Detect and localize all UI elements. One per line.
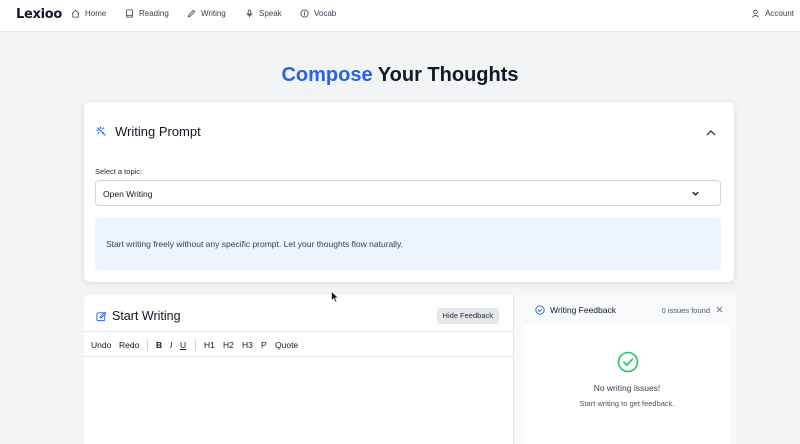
- edit-icon: [96, 311, 107, 321]
- user-icon: [752, 9, 760, 18]
- mic-icon: [246, 9, 253, 18]
- heading3-button[interactable]: H3: [242, 340, 253, 350]
- editor-title: Start Writing: [112, 309, 181, 323]
- prompt-title: Writing Prompt: [115, 124, 201, 139]
- topic-select[interactable]: Open Writing: [95, 180, 721, 206]
- empty-title: No writing issues!: [593, 383, 661, 393]
- check-circle-icon: [535, 305, 545, 315]
- topic-label: Select a topic:: [95, 167, 143, 176]
- page-title: Compose Your Thoughts: [0, 64, 800, 87]
- page-title-accent: Compose: [281, 64, 373, 86]
- bold-button[interactable]: B: [156, 340, 162, 350]
- nav-label: Speak: [259, 9, 282, 18]
- nav-item-reading[interactable]: Reading: [125, 9, 169, 18]
- undo-button[interactable]: Undo: [91, 340, 111, 350]
- prompt-header[interactable]: Writing Prompt: [96, 124, 201, 139]
- close-icon[interactable]: [715, 305, 724, 314]
- quote-button[interactable]: Quote: [275, 340, 298, 350]
- book-icon: [125, 9, 134, 18]
- prompt-description-box: Start writing freely without any specifi…: [95, 218, 721, 270]
- chevron-down-icon: [692, 191, 699, 196]
- heading1-button[interactable]: H1: [204, 340, 215, 350]
- editor-toolbar: Undo Redo B I U H1 H2 H3 P Quote: [84, 331, 513, 357]
- page-title-rest: Your Thoughts: [372, 64, 519, 86]
- sparkle-icon: [96, 126, 106, 136]
- writing-prompt-card: Writing Prompt Select a topic: Open Writ…: [84, 102, 734, 282]
- hide-feedback-button[interactable]: Hide Feedback: [436, 308, 499, 324]
- underline-button[interactable]: U: [180, 340, 186, 350]
- issue-count: 0 issues found: [661, 306, 710, 315]
- paragraph-button[interactable]: P: [261, 340, 267, 350]
- top-navbar: Lexioo Home Reading Writing Speak Vocab …: [0, 0, 800, 32]
- italic-button[interactable]: I: [170, 340, 172, 350]
- nav-item-writing[interactable]: Writing: [187, 9, 226, 18]
- feedback-title: Writing Feedback: [550, 305, 616, 315]
- heading2-button[interactable]: H2: [223, 340, 234, 350]
- nav-label: Vocab: [314, 9, 337, 18]
- writing-editor: Start Writing Hide Feedback Undo Redo B …: [84, 295, 513, 444]
- prompt-description: Start writing freely without any specifi…: [106, 239, 404, 249]
- success-check-icon: [617, 351, 639, 373]
- account-label: Account: [765, 9, 794, 18]
- writing-feedback-panel: Writing Feedback 0 issues found No writi…: [513, 295, 736, 444]
- nav-item-vocab[interactable]: Vocab: [300, 9, 336, 18]
- topic-select-value: Open Writing: [103, 189, 153, 199]
- pencil-icon: [187, 9, 196, 18]
- vocab-icon: [300, 9, 309, 18]
- nav-item-speak[interactable]: Speak: [245, 9, 282, 18]
- nav-label: Home: [85, 9, 107, 18]
- empty-subtitle: Start writing to get feedback.: [579, 399, 675, 408]
- mouse-cursor-icon: [331, 291, 339, 303]
- toolbar-divider: [195, 339, 196, 351]
- account-button[interactable]: Account: [751, 9, 794, 18]
- home-icon: [71, 9, 80, 18]
- toolbar-divider: [147, 339, 148, 351]
- feedback-header: Writing Feedback: [535, 305, 616, 315]
- redo-button[interactable]: Redo: [119, 340, 139, 350]
- chevron-up-icon[interactable]: [704, 126, 718, 140]
- editor-header: Start Writing: [96, 309, 181, 323]
- feedback-empty-state: No writing issues! Start writing to get …: [524, 325, 730, 444]
- nav-label: Reading: [139, 9, 169, 18]
- nav-label: Writing: [201, 9, 226, 18]
- nav-item-home[interactable]: Home: [71, 9, 106, 18]
- app-logo[interactable]: Lexioo: [16, 7, 62, 22]
